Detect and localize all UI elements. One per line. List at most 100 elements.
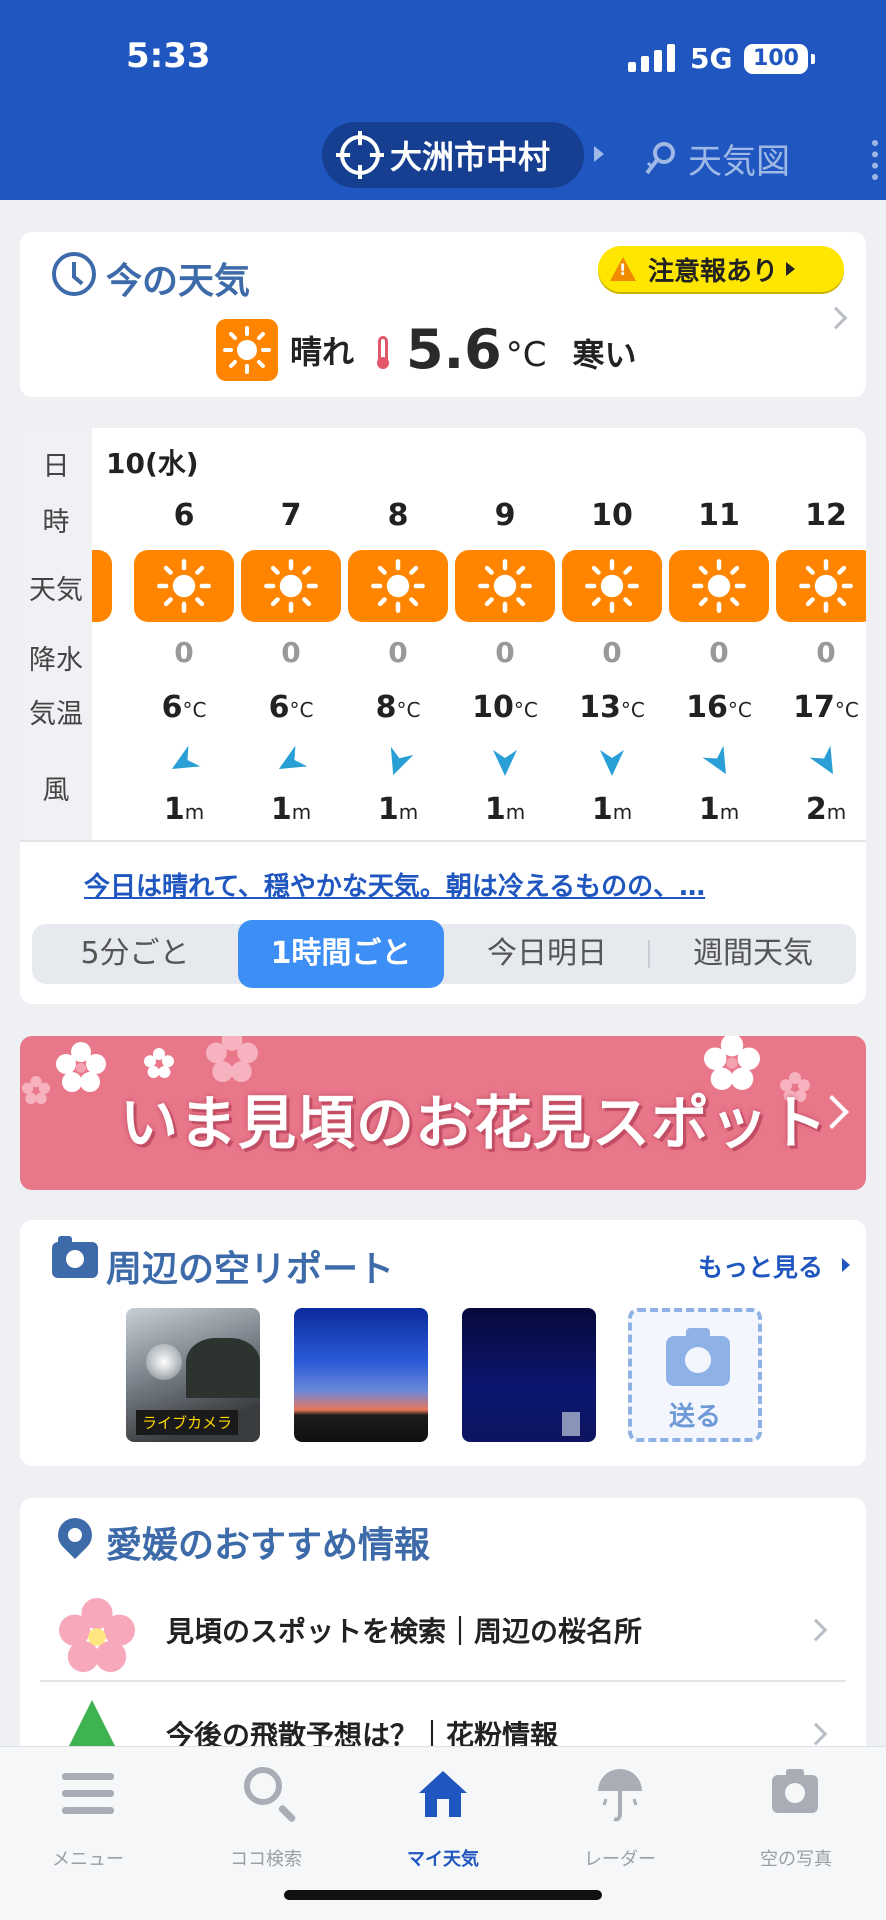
- settings-icon[interactable]: [872, 140, 886, 180]
- precip-value: 0: [388, 636, 408, 669]
- wind-speed-number: 1: [698, 792, 720, 827]
- forecast-tabs: 5分ごと 1時間ごと 今日明日 週間天気: [32, 920, 856, 988]
- send-photo-label: 送る: [668, 1402, 721, 1432]
- list-item-label: 見頃のスポットを検索｜周辺の桜名所: [166, 1615, 643, 1648]
- sky-photo-thumbnail[interactable]: [294, 1308, 428, 1442]
- location-selector[interactable]: 大洲市中村: [322, 122, 584, 188]
- sunny-icon: [562, 550, 662, 622]
- weather-map-link[interactable]: 天気図: [644, 134, 790, 183]
- trees-silhouette: [186, 1338, 260, 1398]
- tab-hourly[interactable]: 1時間ごと: [238, 920, 444, 988]
- hour-column: 11 0 16°C 1m: [665, 428, 773, 840]
- temp-unit: °C: [289, 698, 314, 722]
- tab-today-tomorrow[interactable]: 今日明日: [444, 924, 650, 984]
- tab-label: 1時間ごと: [270, 936, 412, 971]
- temp-unit: °C: [727, 698, 752, 722]
- hour-label: 10: [591, 498, 633, 533]
- camera-icon: [666, 1328, 730, 1386]
- precip-value: 0: [174, 636, 194, 669]
- recommend-title: 愛媛のおすすめ情報: [106, 1525, 431, 1566]
- home-indicator: [284, 1890, 602, 1900]
- wind-speed-number: 1: [377, 792, 399, 827]
- search-icon: [244, 1767, 282, 1805]
- divider: [40, 1680, 846, 1682]
- hour-label: 6: [173, 498, 195, 533]
- sunny-icon: [216, 318, 278, 381]
- flower-icon: [56, 1042, 106, 1092]
- temp-number: 13: [579, 690, 621, 725]
- sunny-icon: [669, 550, 769, 622]
- hour-column: 8 0 8°C 1m: [344, 428, 452, 840]
- tab-5min[interactable]: 5分ごと: [32, 924, 238, 984]
- location-name: 大洲市中村: [390, 138, 551, 176]
- home-icon: [419, 1771, 467, 1817]
- current-weather-row: 晴れ 5.6 °C 寒い: [216, 318, 636, 381]
- hour-label: 9: [494, 498, 516, 533]
- temp-unit: °C: [396, 698, 421, 722]
- battery-icon: 100: [744, 44, 815, 74]
- tab-label: 今日明日: [487, 936, 607, 971]
- hourly-forecast-card: 日 時 天気 降水 気温 風 10(水) 6 0 6°C 1m 7 0 6°C 1m 8 0 8°C…: [20, 428, 866, 1004]
- wind-direction-icon: [702, 745, 726, 775]
- cherry-blossom-banner[interactable]: いま見頃のお花見スポット: [20, 1036, 866, 1190]
- sunny-icon: [134, 550, 234, 622]
- precip-value: 0: [816, 636, 836, 669]
- wind-speed-number: 1: [270, 792, 292, 827]
- wind-speed-number: 2: [805, 792, 827, 827]
- wind-direction-icon: [809, 745, 833, 775]
- temp-number: 6: [161, 690, 183, 725]
- network-label: 5G: [690, 42, 733, 75]
- sunny-icon: [92, 550, 112, 622]
- temp-value: 13°C: [558, 690, 666, 725]
- precip-value: 0: [495, 636, 515, 669]
- list-item[interactable]: 見頃のスポットを検索｜周辺の桜名所: [40, 1580, 846, 1680]
- forecast-summary-link[interactable]: 今日は晴れて、穏やかな天気。朝は冷えるものの、…: [84, 866, 705, 903]
- temp-number: 8: [375, 690, 397, 725]
- temp-value: 8°C: [344, 690, 452, 725]
- flower-icon: [144, 1048, 174, 1078]
- temp-number: 17: [793, 690, 835, 725]
- row-label-weather: 天気: [29, 575, 83, 606]
- tab-label: 5分ごと: [80, 936, 190, 971]
- camera-icon: [772, 1769, 818, 1813]
- current-weather-title: 今の天気: [106, 261, 251, 302]
- nav-label: レーダー: [584, 1849, 656, 1870]
- precip-value: 0: [709, 636, 729, 669]
- menu-icon: [62, 1773, 114, 1815]
- alert-badge[interactable]: 注意報あり: [598, 246, 844, 292]
- arrow-right-icon: [786, 262, 796, 276]
- current-weather-card[interactable]: 今の天気 注意報あり 晴れ 5.6 °C 寒い: [20, 232, 866, 397]
- temp-number: 16: [686, 690, 728, 725]
- feels-like: 寒い: [572, 335, 637, 374]
- see-more-link[interactable]: もっと見る: [698, 1248, 823, 1284]
- send-photo-button[interactable]: 送る: [628, 1308, 762, 1442]
- wind-unit: m: [826, 800, 847, 824]
- hour-column: 10 0 13°C 1m: [558, 428, 666, 840]
- sky-report-title: 周辺の空リポート: [106, 1249, 395, 1290]
- live-camera-thumbnail[interactable]: ライブカメラ: [126, 1308, 260, 1442]
- temp-value: 17°C: [772, 690, 866, 725]
- wind-unit: m: [505, 800, 526, 824]
- tab-weekly[interactable]: 週間天気: [650, 924, 856, 984]
- wind-unit: m: [291, 800, 312, 824]
- row-label-day: 日: [42, 451, 70, 482]
- wind-direction-icon: [390, 746, 414, 776]
- row-label-precip: 降水: [29, 645, 83, 676]
- temp-value: 6°C: [237, 690, 345, 725]
- wind-direction-icon: [171, 745, 201, 770]
- wind-speed: 1m: [665, 792, 773, 827]
- wind-direction-icon: [493, 750, 517, 776]
- sakura-icon: [58, 1598, 136, 1673]
- precip-value: 0: [602, 636, 622, 669]
- sky-photo-thumbnail[interactable]: [462, 1308, 596, 1442]
- banner-title: いま見頃のお花見スポット: [120, 1089, 829, 1157]
- current-temperature-unit: °C: [505, 334, 547, 375]
- alert-label: 注意報あり: [648, 256, 779, 287]
- wind-speed: 1m: [451, 792, 559, 827]
- temp-unit: °C: [513, 698, 538, 722]
- warning-icon: [610, 257, 636, 281]
- sky-report-card: 周辺の空リポート もっと見る ライブカメラ 送る: [20, 1220, 866, 1466]
- signal-icon: [628, 44, 675, 72]
- current-location-icon: [336, 131, 384, 179]
- chevron-right-icon: [804, 1722, 828, 1746]
